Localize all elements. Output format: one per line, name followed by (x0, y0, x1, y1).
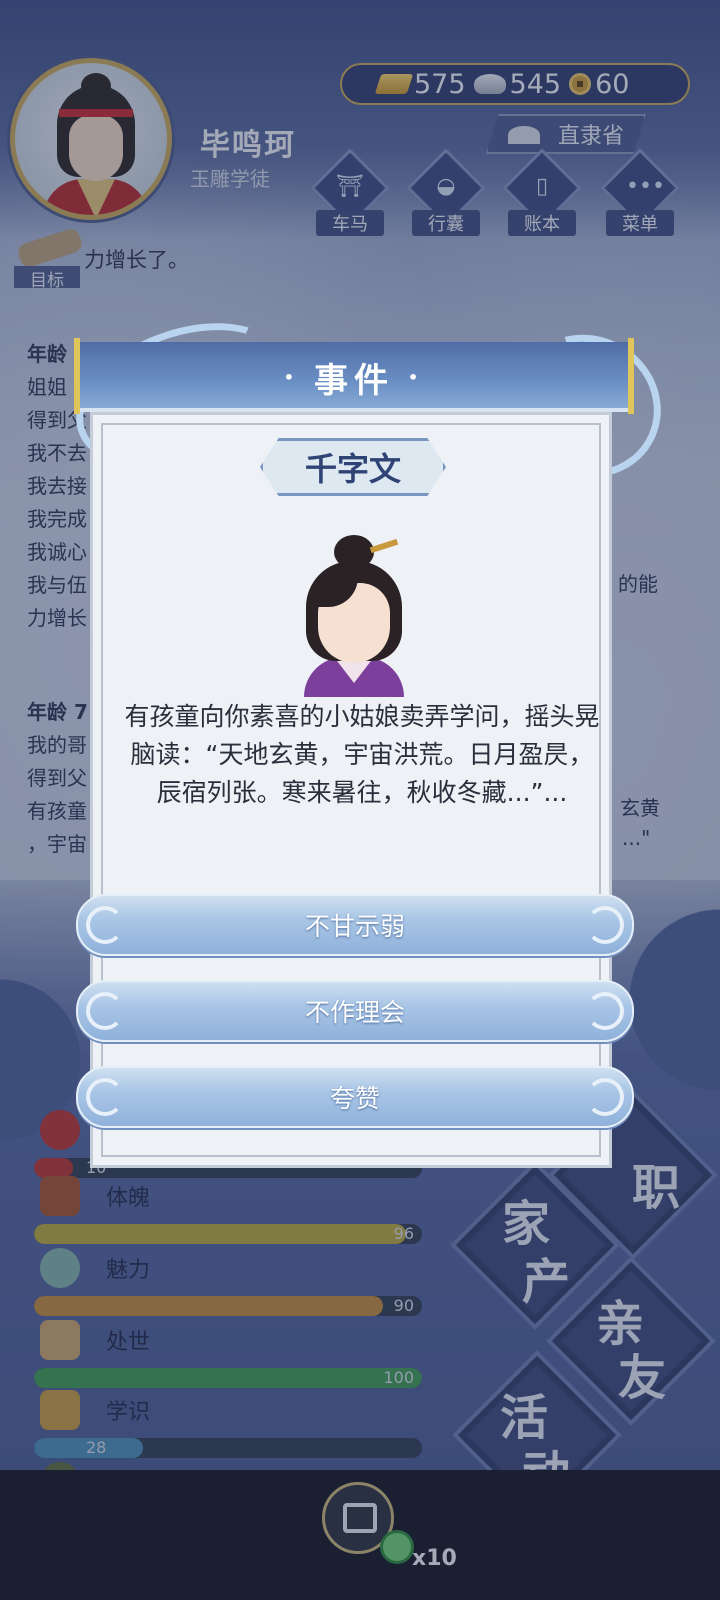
cloud-swirl-icon (86, 1078, 124, 1116)
cloud-swirl-icon (86, 992, 124, 1030)
event-title-text: 事件 (314, 360, 394, 401)
event-dialog: • 事件 • 千字文 有孩童向你素喜的小姑娘卖弄学问，摇头晃脑读：“天地玄黄，宇宙洪… (56, 296, 687, 1170)
cloud-swirl-icon (586, 992, 624, 1030)
choice-label: 不甘示弱 (304, 912, 405, 941)
event-tag: 千字文 (260, 438, 446, 496)
cloud-swirl-icon (586, 906, 624, 944)
event-title: • 事件 • (78, 342, 630, 412)
event-text: 有孩童向你素喜的小姑娘卖弄学问，摇头晃脑读：“天地玄黄，宇宙洪荒。日月盈昃，辰宿… (124, 702, 600, 807)
cloud-swirl-icon (86, 906, 124, 944)
choice-button-2[interactable]: 不作理会 (76, 980, 634, 1042)
choice-label: 不作理会 (304, 998, 405, 1027)
choice-label: 夸赞 (329, 1084, 380, 1113)
choice-button-3[interactable]: 夸赞 (76, 1066, 634, 1128)
npc-portrait (294, 535, 414, 697)
event-header: • 事件 • (74, 338, 634, 414)
choice-button-1[interactable]: 不甘示弱 (76, 894, 634, 956)
cloud-swirl-icon (586, 1078, 624, 1116)
